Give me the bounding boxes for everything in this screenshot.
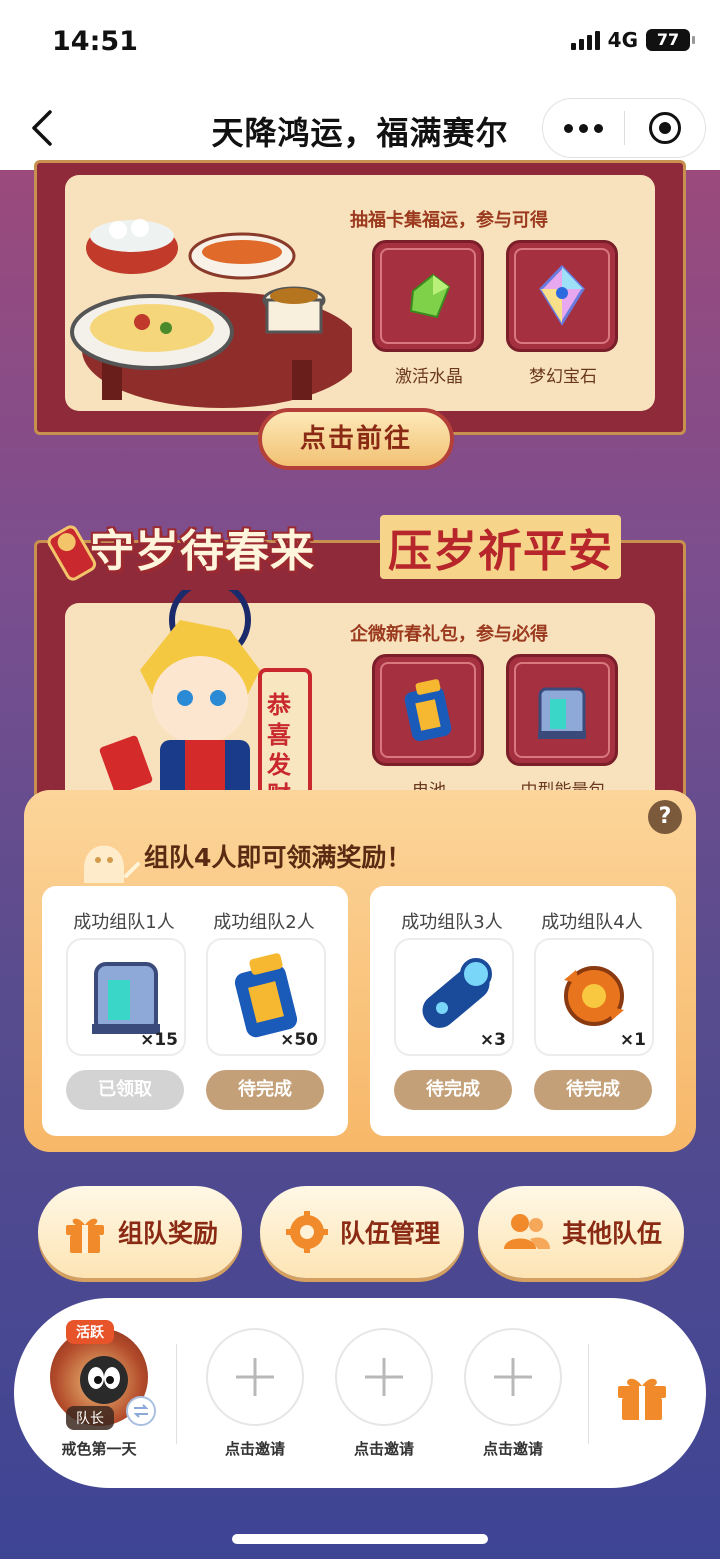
swap-icon[interactable]: [126, 1396, 156, 1426]
invite-slot[interactable]: 点击邀请: [200, 1328, 310, 1459]
team-card-heading: 组队4人即可领满奖励！: [144, 843, 412, 872]
nav-bar: 天降鸿运，福满赛尔: [0, 88, 720, 170]
pending-button[interactable]: 待完成: [206, 1070, 324, 1110]
signal-icon: [570, 30, 600, 50]
slot-reward[interactable]: ×3: [394, 938, 514, 1056]
reward-label: 激活水晶: [395, 367, 463, 387]
other-teams-label: 其他队伍: [561, 1219, 662, 1248]
banner-title-left: 守岁待春来: [90, 526, 315, 577]
more-icon[interactable]: [543, 98, 624, 158]
slot-quantity: ×1: [619, 1030, 646, 1050]
status-bar: 14:51 4G 77: [0, 0, 720, 88]
help-icon[interactable]: ?: [648, 800, 682, 834]
reward-gem[interactable]: [506, 240, 618, 352]
slot-quantity: ×3: [479, 1030, 506, 1050]
claimed-button[interactable]: 已领取: [66, 1070, 184, 1110]
team-member-bar: 活跃 队长 戒色第一天 点击邀请 点击邀请 点击邀请: [14, 1298, 706, 1488]
invite-circle: [206, 1328, 304, 1426]
lucky-reward-heading: 抽福卡集福运，参与可得: [350, 210, 548, 231]
green-crystal-icon: [409, 273, 451, 319]
home-indicator[interactable]: [232, 1534, 488, 1544]
reward-crystal[interactable]: [372, 240, 484, 352]
slot-quantity: ×15: [140, 1030, 178, 1050]
active-badge: 活跃: [66, 1320, 114, 1344]
slot-title: 成功组队1人: [73, 912, 175, 933]
slot-title: 成功组队4人: [541, 912, 643, 933]
gear-icon: [285, 1211, 328, 1253]
invite-label: 点击邀请: [353, 1440, 414, 1458]
invite-circle: [464, 1328, 562, 1426]
feast-illustration: [70, 219, 352, 408]
divider: [176, 1344, 177, 1444]
team-reward-group: 成功组队1人 ×15 已领取 成功组队2人 ×50 待完成: [42, 886, 348, 1136]
slot-title: 成功组队3人: [401, 912, 503, 933]
plus-icon: [236, 1358, 274, 1396]
mascot-character: [99, 590, 312, 810]
status-time: 14:51: [52, 26, 138, 57]
leader-badge: 队长: [66, 1406, 114, 1430]
invite-slot[interactable]: 点击邀请: [329, 1328, 439, 1459]
leader-name: 戒色第一天: [61, 1440, 137, 1458]
team-reward-label: 组队奖励: [117, 1219, 218, 1248]
slot-title: 成功组队2人: [213, 912, 315, 933]
pending-button[interactable]: 待完成: [394, 1070, 512, 1110]
gift-box-icon[interactable]: [614, 1368, 670, 1424]
miniprogram-capsule: [542, 98, 706, 158]
reward-label: 梦幻宝石: [529, 367, 597, 387]
invite-label: 点击邀请: [224, 1440, 285, 1458]
divider: [588, 1344, 589, 1444]
ghost-mascot-icon: [84, 845, 140, 883]
reward-battery[interactable]: [372, 654, 484, 766]
team-reward-button[interactable]: 组队奖励: [38, 1186, 242, 1278]
close-miniprogram-icon[interactable]: [625, 98, 706, 158]
battery-icon: 77: [646, 29, 695, 51]
banner-title-right: 压岁祈平安: [380, 515, 621, 579]
team-manage-label: 队伍管理: [339, 1219, 440, 1248]
gift-reward-heading: 企微新春礼包，参与必得: [350, 624, 548, 645]
slot-reward[interactable]: ×15: [66, 938, 186, 1056]
network-type: 4G: [607, 28, 638, 52]
pending-button[interactable]: 待完成: [534, 1070, 652, 1110]
slot-reward[interactable]: ×1: [534, 938, 654, 1056]
team-manage-button[interactable]: 队伍管理: [260, 1186, 464, 1278]
team-leader[interactable]: 活跃 队长 戒色第一天: [44, 1320, 156, 1459]
team-reward-card: ? 组队4人即可领满奖励！ 成功组队1人 ×15 已领取 成功组队2人 ×50 …: [24, 790, 696, 1152]
rainbow-gem-icon: [539, 264, 585, 326]
avatar: 活跃 队长: [50, 1320, 156, 1430]
team-reward-group: 成功组队3人 ×3 待完成 成功组队4人 ×1 待完成: [370, 886, 676, 1136]
goto-button[interactable]: 点击前往: [258, 408, 454, 470]
plus-icon: [494, 1358, 532, 1396]
reward-energy-pack[interactable]: [506, 654, 618, 766]
battery-item-icon: [404, 679, 452, 742]
plus-icon: [365, 1358, 403, 1396]
gift-icon: [65, 1218, 104, 1253]
slot-quantity: ×50: [280, 1030, 318, 1050]
invite-label: 点击邀请: [482, 1440, 543, 1458]
invite-circle: [335, 1328, 433, 1426]
energy-pack-item-icon: [538, 687, 586, 739]
status-indicators: 4G 77: [570, 28, 695, 52]
other-teams-button[interactable]: 其他队伍: [478, 1186, 684, 1278]
invite-slot[interactable]: 点击邀请: [458, 1328, 568, 1459]
users-icon: [503, 1214, 550, 1249]
slot-reward[interactable]: ×50: [206, 938, 326, 1056]
